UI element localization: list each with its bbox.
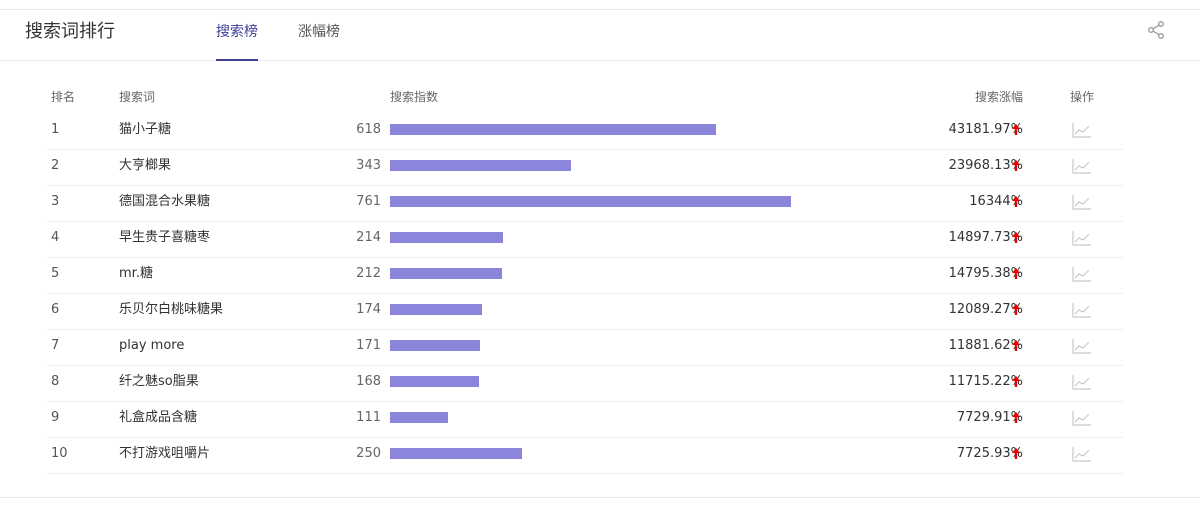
trend-chart-icon[interactable] [1072, 446, 1092, 462]
tab-search-rank[interactable]: 搜索榜 [216, 10, 258, 61]
keyword-link[interactable]: 礼盒成品含糖 [119, 401, 197, 435]
table-header: 排名 搜索词 搜索指数 搜索涨幅 操作 [47, 88, 1123, 106]
index-value: 171 [356, 338, 381, 353]
col-rank: 排名 [51, 90, 76, 104]
index-value: 168 [356, 374, 381, 389]
col-growth: 搜索涨幅 [974, 90, 1023, 104]
table-row: 1 猫小子糖 618 43181.97% [47, 113, 1123, 150]
up-arrow-icon [1012, 412, 1020, 423]
table-row: 2 大亨榔果 343 23968.13% [47, 149, 1123, 186]
index-bar [390, 376, 479, 387]
index-value: 212 [356, 266, 381, 281]
header: 搜索词排行 搜索榜 涨幅榜 [0, 10, 1200, 61]
keyword-link[interactable]: mr.糖 [119, 257, 153, 291]
rank-value: 4 [51, 230, 60, 245]
trend-chart-icon[interactable] [1072, 374, 1092, 390]
index-value: 214 [356, 230, 381, 245]
page-title: 搜索词排行 [25, 21, 115, 42]
tab-label: 搜索榜 [216, 24, 258, 40]
index-bar [390, 268, 502, 279]
rank-value: 3 [51, 194, 60, 209]
trend-chart-icon[interactable] [1072, 338, 1092, 354]
trend-chart-icon[interactable] [1072, 122, 1092, 138]
table-row: 3 德国混合水果糖 761 16344% [47, 185, 1123, 222]
index-value: 174 [356, 302, 381, 317]
up-arrow-icon [1012, 160, 1020, 171]
table-row: 8 纤之魅so脂果 168 11715.22% [47, 365, 1123, 402]
keyword-link[interactable]: 不打游戏咀嚼片 [119, 437, 210, 471]
index-bar [390, 160, 571, 171]
up-arrow-icon [1012, 124, 1020, 135]
rank-value: 6 [51, 302, 60, 317]
keyword-link[interactable]: 早生贵子喜糖枣 [119, 221, 210, 255]
bottom-divider [0, 497, 1200, 498]
index-value: 111 [356, 410, 381, 425]
keyword-link[interactable]: play more [119, 329, 184, 363]
up-arrow-icon [1012, 340, 1020, 351]
up-arrow-icon [1012, 196, 1020, 207]
rank-value: 9 [51, 410, 60, 425]
col-action: 操作 [1070, 90, 1095, 104]
index-bar [390, 304, 482, 315]
index-bar [390, 196, 791, 207]
share-icon[interactable] [1146, 20, 1166, 40]
index-value: 618 [356, 122, 381, 137]
up-arrow-icon [1012, 448, 1020, 459]
tab-growth-rank[interactable]: 涨幅榜 [298, 10, 340, 60]
table-row: 9 礼盒成品含糖 111 7729.91% [47, 401, 1123, 438]
table-row: 6 乐贝尔白桃味糖果 174 12089.27% [47, 293, 1123, 330]
keyword-link[interactable]: 德国混合水果糖 [119, 185, 210, 219]
up-arrow-icon [1012, 304, 1020, 315]
col-index: 搜索指数 [390, 90, 439, 104]
keyword-link[interactable]: 乐贝尔白桃味糖果 [119, 293, 223, 327]
up-arrow-icon [1012, 268, 1020, 279]
rank-value: 8 [51, 374, 60, 389]
index-bar [390, 412, 448, 423]
table-row: 7 play more 171 11881.62% [47, 329, 1123, 366]
trend-chart-icon[interactable] [1072, 302, 1092, 318]
rank-value: 10 [51, 446, 68, 461]
index-bar [390, 448, 522, 459]
table-row: 4 早生贵子喜糖枣 214 14897.73% [47, 221, 1123, 258]
index-value: 343 [356, 158, 381, 173]
table-row: 5 mr.糖 212 14795.38% [47, 257, 1123, 294]
keyword-link[interactable]: 大亨榔果 [119, 149, 171, 183]
keyword-link[interactable]: 纤之魅so脂果 [119, 365, 199, 399]
trend-chart-icon[interactable] [1072, 194, 1092, 210]
trend-chart-icon[interactable] [1072, 410, 1092, 426]
index-bar [390, 232, 503, 243]
table-row: 10 不打游戏咀嚼片 250 7725.93% [47, 437, 1123, 474]
trend-chart-icon[interactable] [1072, 266, 1092, 282]
rank-value: 5 [51, 266, 60, 281]
trend-chart-icon[interactable] [1072, 230, 1092, 246]
index-bar [390, 124, 716, 135]
rank-value: 2 [51, 158, 60, 173]
up-arrow-icon [1012, 232, 1020, 243]
keyword-link[interactable]: 猫小子糖 [119, 113, 171, 147]
index-value: 761 [356, 194, 381, 209]
tab-label: 涨幅榜 [298, 24, 340, 40]
active-tab-underline [216, 59, 258, 61]
index-value: 250 [356, 446, 381, 461]
index-bar [390, 340, 480, 351]
rank-value: 7 [51, 338, 60, 353]
rank-value: 1 [51, 122, 60, 137]
up-arrow-icon [1012, 376, 1020, 387]
trend-chart-icon[interactable] [1072, 158, 1092, 174]
col-keyword: 搜索词 [119, 90, 156, 104]
